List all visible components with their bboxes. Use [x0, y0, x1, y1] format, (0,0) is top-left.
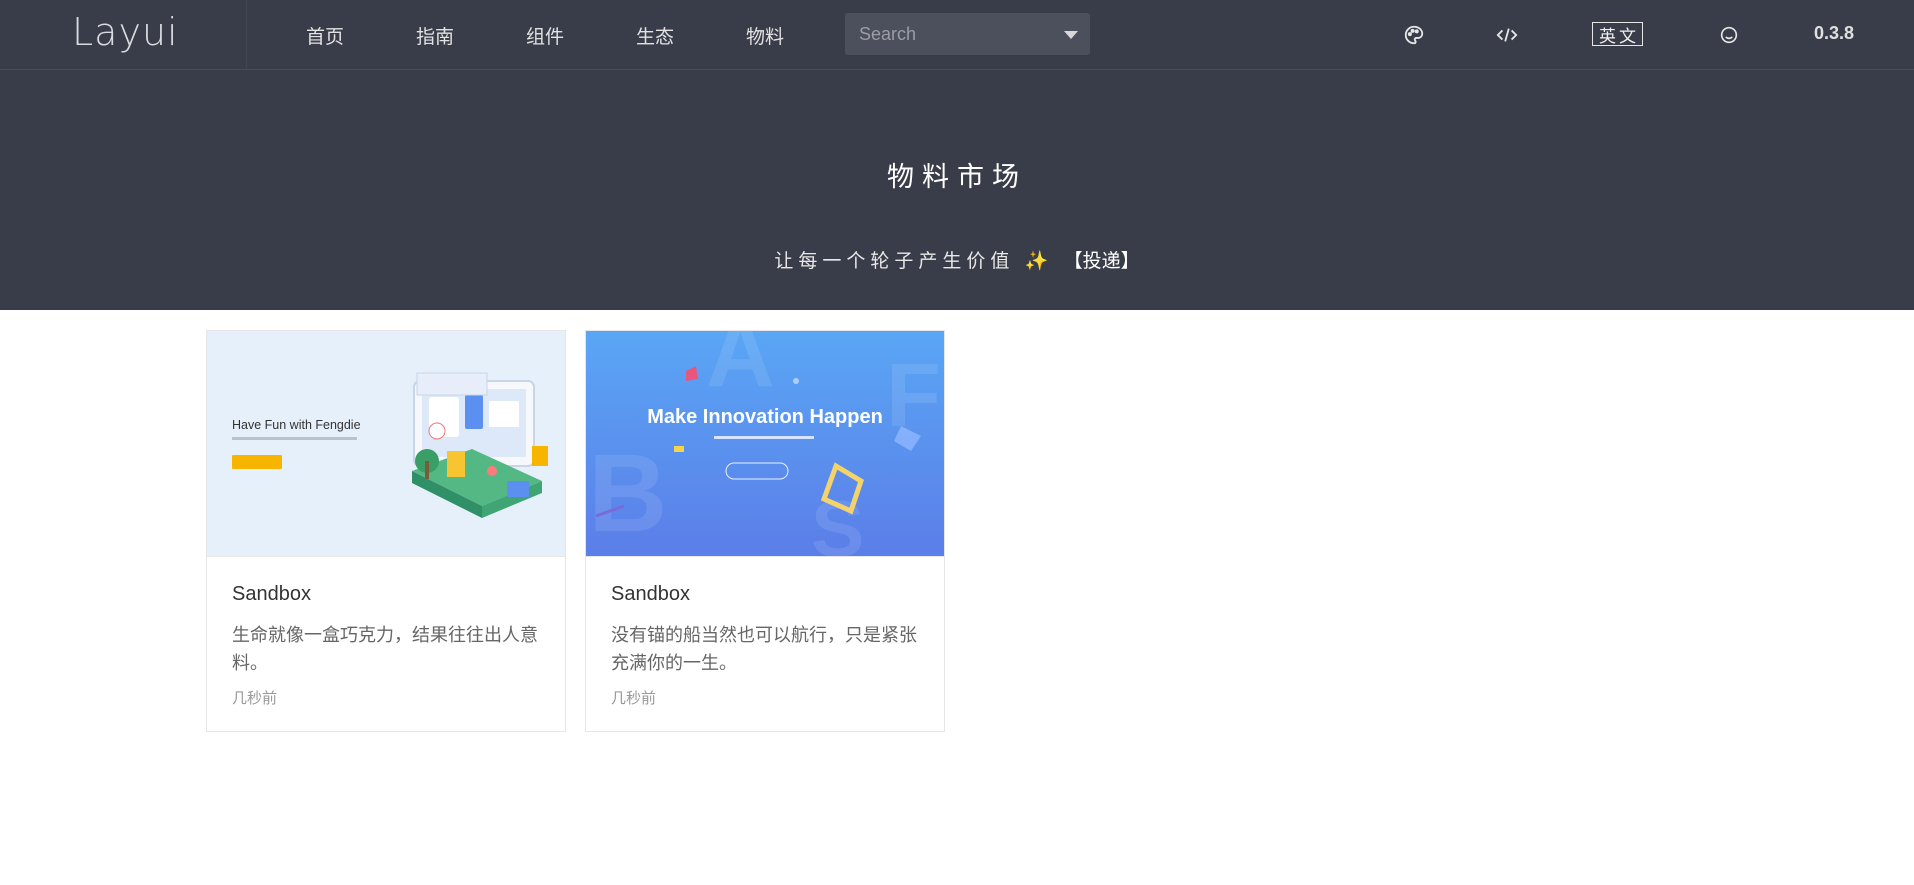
- card-title[interactable]: Sandbox: [232, 583, 311, 606]
- language-toggle[interactable]: 英文: [1592, 22, 1643, 46]
- submit-link[interactable]: 【投递】: [1064, 251, 1140, 272]
- sparkle-icon: ✨: [1024, 251, 1054, 272]
- card-description: 没有锚的船当然也可以航行，只是紧张充满你的一生。: [611, 625, 917, 673]
- subtitle-text: 让每一个轮子产生价值: [774, 251, 1015, 272]
- svg-text:B: B: [588, 432, 667, 555]
- svg-text:A: A: [706, 331, 775, 407]
- material-card[interactable]: A B F S Make Innovation Happen Sandbox 没…: [585, 330, 945, 732]
- card-description: 生命就像一盒巧克力，结果往往出人意料。: [232, 625, 538, 673]
- card-title[interactable]: Sandbox: [611, 583, 690, 606]
- nav-home[interactable]: 首页: [270, 0, 380, 70]
- card-timestamp: 几秒前: [611, 690, 657, 707]
- banner-heading: Make Innovation Happen: [647, 406, 883, 428]
- nav-guide[interactable]: 指南: [380, 0, 490, 70]
- card-timestamp: 几秒前: [232, 690, 278, 707]
- page-title: 物料市场: [887, 162, 1027, 192]
- nav-ecosystem[interactable]: 生态: [600, 0, 710, 70]
- banner-heading: Have Fun with Fengdie: [232, 418, 361, 432]
- chevron-down-icon[interactable]: [1064, 31, 1078, 39]
- material-card[interactable]: Have Fun with Fengdie Sandbox 生命就像一盒巧克力，…: [206, 330, 566, 732]
- nav-components[interactable]: 组件: [490, 0, 600, 70]
- logo[interactable]: Layui: [72, 10, 179, 54]
- search-box[interactable]: [845, 13, 1090, 55]
- code-icon[interactable]: [1492, 20, 1522, 50]
- hero-subtitle: 让每一个轮子产生价值 ✨ 【投递】: [0, 246, 1914, 273]
- svg-text:F: F: [886, 346, 941, 446]
- card-thumbnail: Have Fun with Fengdie: [207, 331, 565, 557]
- logo-divider: [246, 0, 247, 70]
- hero-banner: Layui 首页 指南 组件 生态 物料 英文: [0, 0, 1914, 310]
- version-label[interactable]: 0.3.8: [1814, 23, 1854, 44]
- top-navbar: Layui 首页 指南 组件 生态 物料 英文: [0, 0, 1914, 70]
- palette-icon[interactable]: [1399, 20, 1429, 50]
- card-thumbnail: A B F S Make Innovation Happen: [586, 331, 944, 557]
- nav-materials[interactable]: 物料: [710, 0, 820, 70]
- search-input[interactable]: [845, 13, 1055, 55]
- smile-icon[interactable]: [1714, 20, 1744, 50]
